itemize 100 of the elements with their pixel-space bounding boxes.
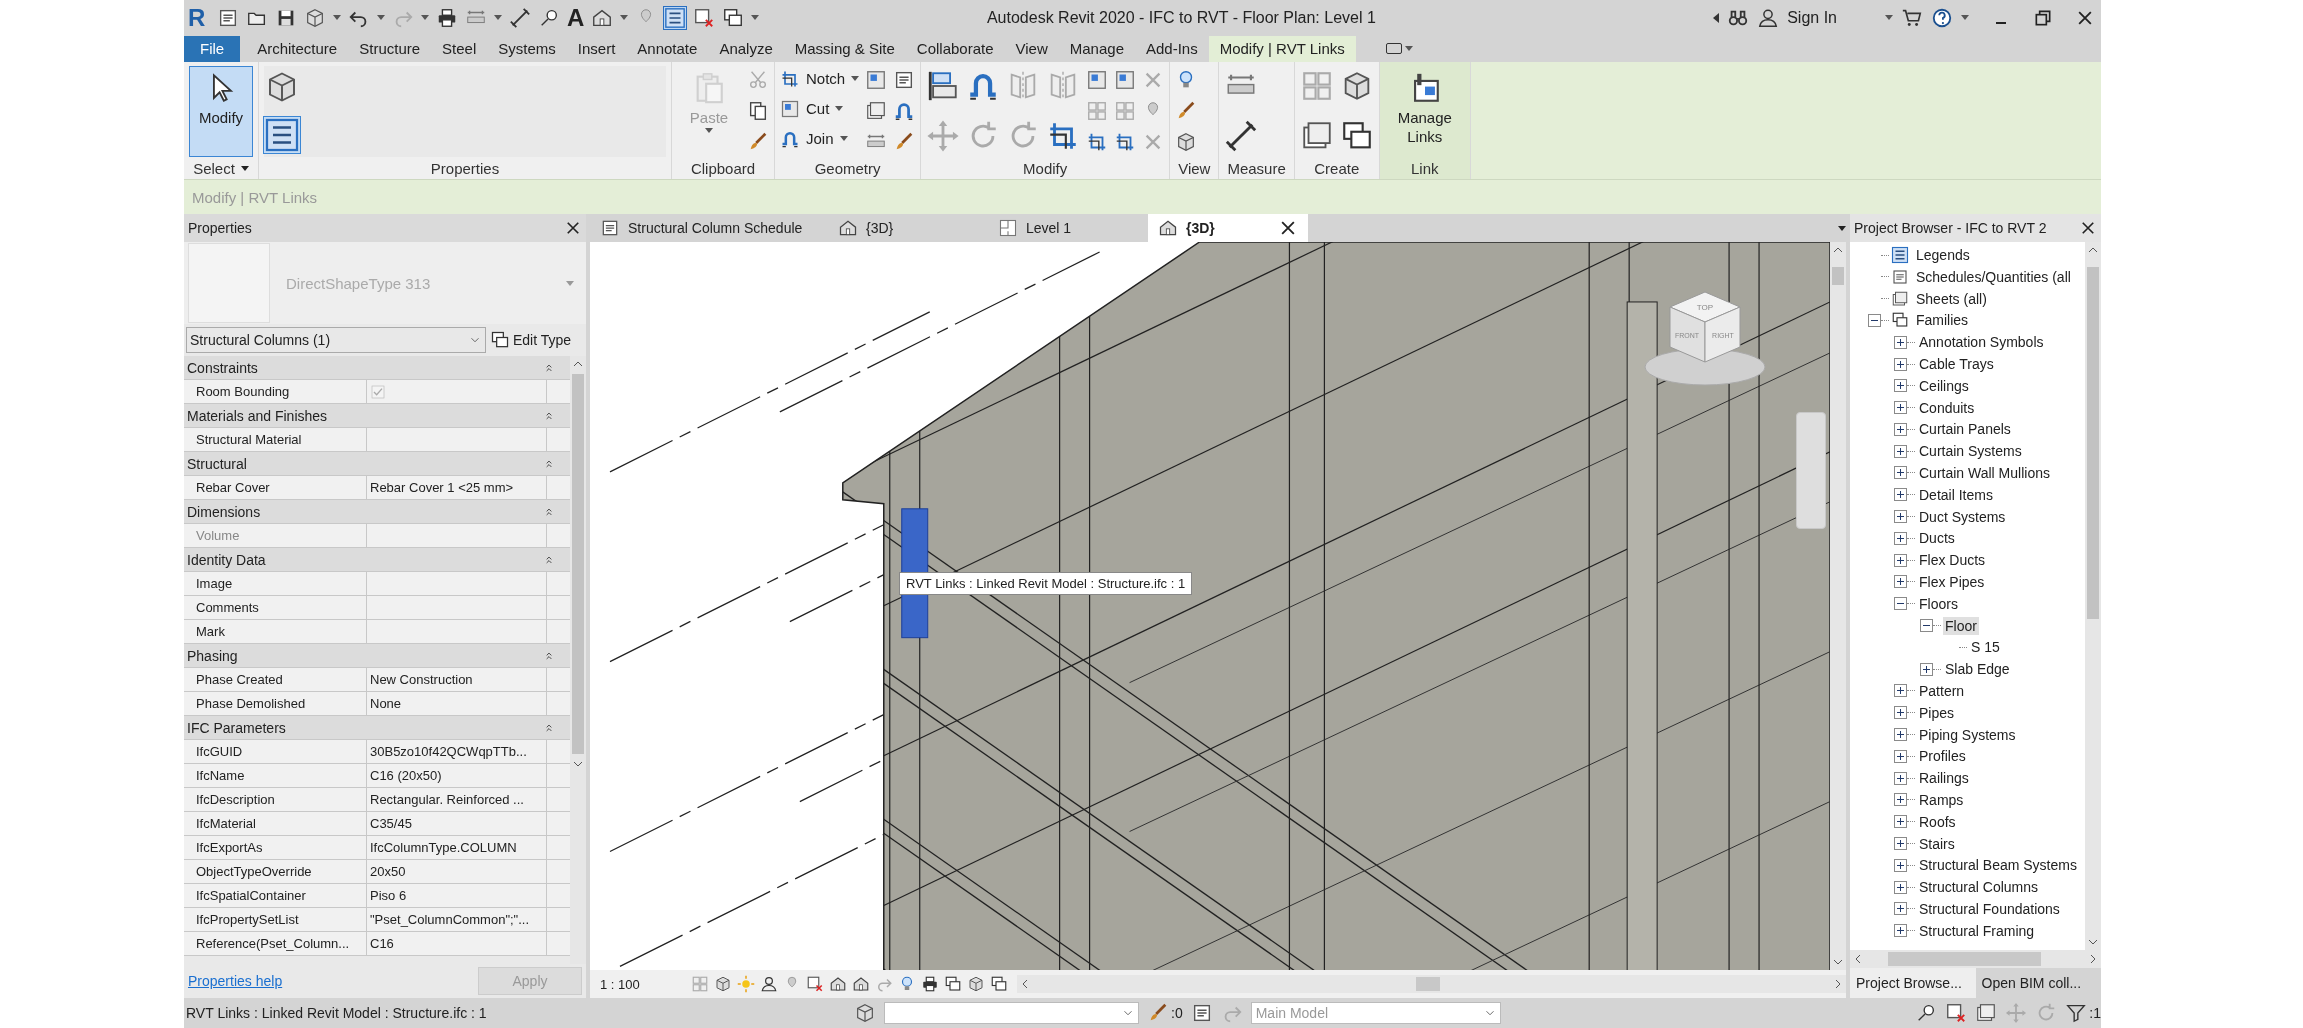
windows-icon[interactable]	[944, 975, 962, 994]
tree-item[interactable]: Floors	[1917, 594, 1960, 613]
house-icon[interactable]	[829, 975, 847, 994]
property-value[interactable]: 20x50	[367, 860, 547, 884]
expander[interactable]	[1894, 553, 1907, 567]
filter-icon[interactable]	[2065, 1002, 2088, 1025]
expander[interactable]	[1894, 531, 1907, 545]
property-value[interactable]: New Construction	[367, 668, 547, 692]
tree-item[interactable]: Profiles	[1917, 747, 1968, 766]
caret-icon[interactable]	[620, 15, 629, 21]
tree-item[interactable]: Curtain Systems	[1917, 442, 2024, 461]
tree-item[interactable]: Sheets (all)	[1914, 289, 1989, 308]
tree-item[interactable]: Pipes	[1917, 703, 1957, 722]
expander[interactable]	[1894, 706, 1907, 720]
caret-icon[interactable]	[1885, 15, 1893, 21]
windows-icon[interactable]	[722, 6, 745, 29]
tree-item[interactable]: Roofs	[1917, 812, 1958, 831]
scrollbar-thumb[interactable]	[1415, 977, 1440, 992]
caret-icon[interactable]	[421, 15, 429, 21]
cube-icon[interactable]	[304, 6, 326, 29]
expander[interactable]	[1894, 597, 1907, 611]
property-value[interactable]: C35/45	[367, 812, 547, 836]
edit-type-button[interactable]: Edit Type	[490, 330, 572, 351]
property-value[interactable]: IfcColumnType.COLUMN	[367, 836, 547, 860]
caret-icon[interactable]	[751, 15, 760, 21]
tree-item[interactable]: S 15	[1969, 638, 2002, 657]
expander[interactable]	[1894, 771, 1907, 785]
properties-help-link[interactable]: Properties help	[188, 973, 283, 990]
cube-icon[interactable]	[714, 975, 732, 994]
panel-menu-button[interactable]: Select	[184, 157, 258, 180]
caret-icon[interactable]	[377, 15, 385, 21]
tree-item[interactable]: Legends	[1914, 246, 1972, 264]
property-value[interactable]: None	[367, 692, 547, 716]
tool-button[interactable]: Join	[780, 125, 860, 152]
document-tab[interactable]: Level 1	[988, 214, 1148, 243]
document-tab[interactable]: {3D}	[1148, 214, 1308, 243]
expander[interactable]	[1868, 313, 1881, 327]
scrollbar-thumb[interactable]	[2087, 267, 2099, 619]
category-dropdown[interactable]: Structural Columns (1)	[186, 327, 486, 354]
ribbon-tab[interactable]: Annotate	[626, 35, 709, 62]
expander[interactable]	[1894, 749, 1907, 763]
tree-item[interactable]: Flex Ducts	[1917, 551, 1988, 570]
square-icon[interactable]	[1114, 68, 1137, 91]
property-value[interactable]: C16 (20x50)	[367, 764, 547, 788]
scale-control[interactable]: 1 : 100	[600, 976, 686, 992]
tree-item[interactable]: Flex Pipes	[1917, 572, 1987, 591]
ribbon-tab[interactable]: Systems	[487, 35, 567, 62]
expander[interactable]	[1894, 422, 1907, 436]
tree-item[interactable]: Detail Items	[1917, 485, 1995, 504]
expander[interactable]	[1920, 662, 1933, 676]
copy-icon[interactable]	[747, 100, 769, 122]
scrollbar-thumb[interactable]	[572, 374, 584, 755]
ribbon-tab[interactable]: Collaborate	[905, 35, 1005, 62]
expander[interactable]	[1894, 335, 1907, 349]
windows-icon[interactable]	[990, 975, 1008, 994]
tree-item[interactable]: Schedules/Quantities (all	[1914, 267, 2073, 286]
close-windows-icon[interactable]	[693, 6, 716, 29]
sign-in-link[interactable]: Sign In	[1787, 8, 1837, 27]
property-value[interactable]: Piso 6	[367, 884, 547, 908]
property-value[interactable]: Rebar Cover 1 <25 mm>	[367, 476, 547, 500]
expander[interactable]	[1894, 684, 1907, 698]
help-icon[interactable]	[1931, 6, 1953, 29]
dimension-arrow-icon[interactable]	[1224, 119, 1259, 154]
tree-item[interactable]: Slab Edge	[1943, 660, 2012, 679]
expander[interactable]	[1894, 837, 1907, 851]
user-icon[interactable]	[760, 975, 778, 994]
cube-icon[interactable]	[967, 975, 985, 994]
expander[interactable]	[1894, 510, 1907, 524]
ribbon-tab[interactable]: View	[1004, 35, 1059, 62]
ribbon-tab[interactable]: Add-Ins	[1135, 35, 1209, 62]
text-tool-icon[interactable]: A	[567, 3, 585, 32]
expander[interactable]	[1894, 924, 1907, 938]
tree-item[interactable]: Piping Systems	[1917, 725, 2018, 744]
tree-item[interactable]: Curtain Panels	[1917, 420, 2013, 439]
sheets-icon[interactable]	[865, 100, 888, 122]
expander[interactable]	[1894, 379, 1907, 393]
tree-item[interactable]: Floor	[1943, 616, 1979, 635]
tree-item[interactable]: Ducts	[1917, 529, 1957, 548]
property-value[interactable]: Rectangular. Reinforced ...	[367, 788, 547, 812]
tree-item[interactable]: Families	[1914, 311, 1971, 330]
file-tab[interactable]: File	[184, 35, 241, 62]
property-value[interactable]: 30B5zo10f42QCWqpTTb...	[367, 740, 547, 764]
tree-item[interactable]: Pattern	[1917, 681, 1967, 700]
property-value[interactable]: "Pset_ColumnCommon";"...	[367, 908, 547, 932]
tree-item[interactable]: Ramps	[1917, 790, 1966, 809]
tool-button[interactable]: Cut	[780, 95, 860, 122]
cube-icon[interactable]	[854, 1002, 876, 1025]
tree-item[interactable]: Structural Columns	[1917, 878, 2041, 897]
panel-tab[interactable]: Open BIM coll...	[1975, 968, 2101, 999]
ribbon-tab[interactable]: Steel	[431, 35, 488, 62]
expander[interactable]	[1894, 902, 1907, 916]
close-windows-icon[interactable]	[806, 975, 824, 994]
square-icon[interactable]	[865, 68, 888, 91]
expander[interactable]	[1894, 880, 1907, 894]
ribbon-tab[interactable]: Architecture	[246, 35, 349, 62]
expander[interactable]	[1894, 858, 1907, 872]
app-logo[interactable]: R	[188, 3, 210, 32]
checkbox[interactable]	[370, 383, 386, 400]
tree-item[interactable]: Duct Systems	[1917, 507, 2008, 526]
expander[interactable]	[1894, 466, 1907, 480]
